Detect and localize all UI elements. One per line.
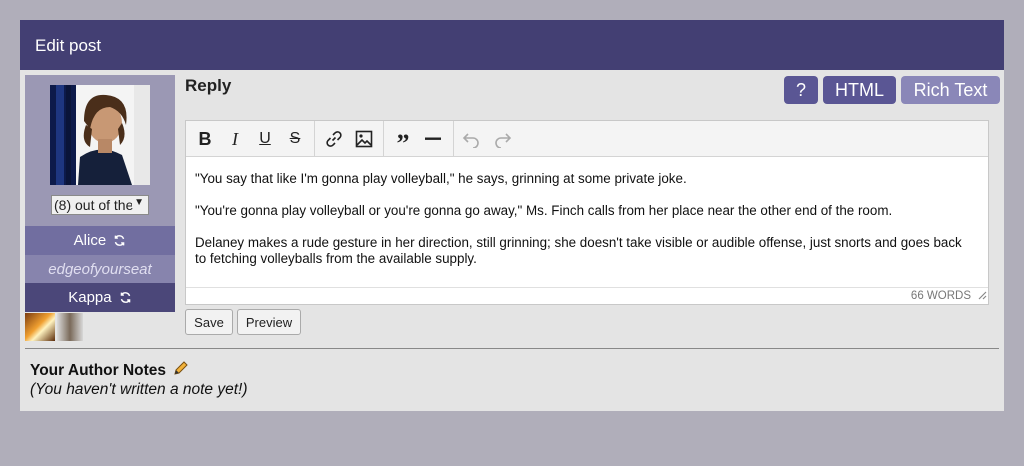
character-switcher[interactable]: Alice bbox=[25, 226, 175, 255]
account-switcher[interactable]: Kappa bbox=[25, 283, 175, 312]
avatar[interactable] bbox=[50, 85, 150, 185]
save-button[interactable]: Save bbox=[185, 309, 233, 335]
paragraph: Delaney makes a rude gesture in her dire… bbox=[195, 235, 962, 266]
chevron-down-icon: ▼ bbox=[132, 197, 144, 208]
avatar-image bbox=[50, 85, 150, 185]
icon-thumbnail[interactable] bbox=[57, 313, 83, 341]
icon-thumbnail[interactable] bbox=[25, 313, 55, 341]
underline-icon[interactable]: U bbox=[251, 126, 279, 152]
bold-icon[interactable]: B bbox=[191, 126, 219, 152]
horizontal-rule-icon[interactable] bbox=[419, 126, 447, 152]
undo-icon[interactable] bbox=[457, 126, 485, 152]
link-icon[interactable] bbox=[320, 126, 348, 152]
strikethrough-icon[interactable]: S bbox=[281, 126, 309, 152]
refresh-icon[interactable] bbox=[113, 234, 126, 251]
character-name: Alice bbox=[73, 232, 107, 249]
divider bbox=[25, 348, 999, 349]
avatar-select-value: (8) out of the bbox=[54, 197, 134, 213]
html-mode-button[interactable]: HTML bbox=[823, 76, 896, 104]
character-sidebar: (8) out of the ▼ Alice edgeofyourseat Ka… bbox=[25, 75, 175, 312]
page-title: Edit post bbox=[20, 20, 1004, 70]
help-button[interactable]: ? bbox=[784, 76, 818, 104]
author-notes-title: Your Author Notes bbox=[30, 362, 167, 379]
rich-text-editor[interactable]: B I U S ” "You say that like I'm gonna p… bbox=[185, 120, 989, 305]
account-name: Kappa bbox=[68, 289, 112, 306]
edit-post-panel: Edit post (8) out of the ▼ Alice edgeofy… bbox=[20, 20, 1004, 411]
avatar-select[interactable]: (8) out of the ▼ bbox=[51, 195, 149, 215]
resize-handle-icon[interactable] bbox=[977, 290, 987, 303]
rich-text-mode-button[interactable]: Rich Text bbox=[901, 76, 1000, 104]
italic-icon[interactable]: I bbox=[221, 126, 249, 152]
preview-button[interactable]: Preview bbox=[237, 309, 301, 335]
editor-toolbar: B I U S ” bbox=[186, 121, 988, 158]
blockquote-icon[interactable]: ” bbox=[389, 126, 417, 158]
editor-content[interactable]: "You say that like I'm gonna play volley… bbox=[195, 171, 975, 283]
paragraph: "You're gonna play volleyball or you're … bbox=[195, 203, 893, 218]
redo-icon[interactable] bbox=[489, 126, 517, 152]
word-count: 66 WORDS bbox=[910, 290, 971, 302]
journal-name[interactable]: edgeofyourseat bbox=[25, 255, 175, 284]
paragraph: "You say that like I'm gonna play volley… bbox=[195, 171, 687, 186]
refresh-icon[interactable] bbox=[119, 291, 132, 308]
author-notes-text: (You haven't written a note yet!) bbox=[30, 381, 248, 398]
pencil-icon[interactable] bbox=[173, 360, 189, 381]
author-notes-heading: Your Author Notes bbox=[30, 360, 189, 381]
reply-label: Reply bbox=[185, 76, 232, 95]
image-icon[interactable] bbox=[350, 126, 378, 152]
editor-statusbar: 66 WORDS bbox=[186, 287, 988, 304]
